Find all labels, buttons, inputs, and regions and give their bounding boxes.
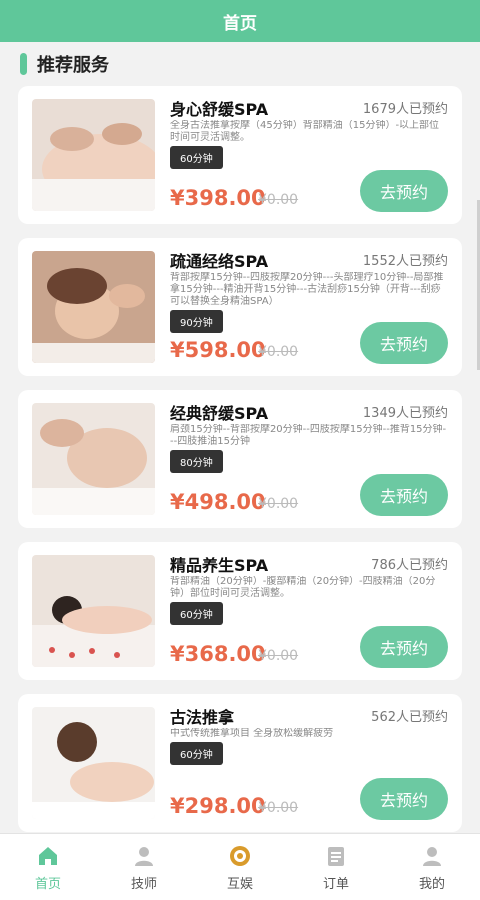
booked-count: 786人已预约 [371,558,448,573]
service-name: 精品养生SPA [170,556,269,575]
section-title: 推荐服务 [37,55,109,76]
service-card[interactable]: 经典舒缓SPA 1349人已预约 肩颈15分钟--背部按摩20分钟--四肢按摩1… [18,390,462,528]
service-card[interactable]: 古法推拿 562人已预约 中式传统推拿项目 全身放松缓解疲劳 60分钟 ¥298… [18,694,462,832]
service-list: 身心舒缓SPA 1679人已预约 全身古法推拿按摩（45分钟）背部精油（15分钟… [0,86,480,832]
tab-label: 首页 [34,876,61,892]
service-name: 身心舒缓SPA [170,100,269,119]
service-description: 背部按摩15分钟--四肢按摩20分钟---头部理疗10分钟--局部推拿15分钟-… [170,272,444,307]
book-button[interactable]: 去预约 [360,474,448,516]
tab-technician[interactable]: 技师 [96,834,192,900]
order-icon [323,843,349,869]
bottom-tab-bar: 首页 技师 互娱 订单 我的 [0,833,480,900]
tab-home[interactable]: 首页 [0,834,96,900]
duration-badge: 80分钟 [170,450,223,473]
book-button[interactable]: 去预约 [360,626,448,668]
price: ¥368.00 [170,642,266,666]
service-card[interactable]: 疏通经络SPA 1552人已预约 背部按摩15分钟--四肢按摩20分钟---头部… [18,238,462,376]
service-description: 中式传统推拿项目 全身放松缓解疲劳 [170,728,334,739]
tab-label: 技师 [130,876,157,892]
section-accent-bar [20,53,27,75]
booked-count: 1349人已预约 [362,406,448,421]
tab-profile[interactable]: 我的 [384,834,480,900]
original-price: ¥0.00 [258,648,299,664]
tab-label: 互娱 [226,876,253,892]
service-name: 经典舒缓SPA [170,404,269,423]
tab-label: 我的 [418,876,445,892]
original-price: ¥0.00 [258,496,299,512]
service-description: 背部精油（20分钟）-腹部精油（20分钟）-四肢精油（20分钟）部位时间可灵活调… [170,576,436,599]
duration-badge: 60分钟 [170,146,223,169]
section-header: 推荐服务 [0,42,480,86]
price: ¥398.00 [170,186,266,210]
service-card[interactable]: 精品养生SPA 786人已预约 背部精油（20分钟）-腹部精油（20分钟）-四肢… [18,542,462,680]
home-icon [35,843,61,869]
top-bar: 首页 [0,0,480,42]
profile-icon [419,843,445,869]
page-title: 首页 [223,13,257,34]
price: ¥298.00 [170,794,266,818]
service-photo [32,707,155,819]
duration-badge: 90分钟 [170,310,223,333]
duration-badge: 60分钟 [170,602,223,625]
original-price: ¥0.00 [258,192,299,208]
book-button[interactable]: 去预约 [360,778,448,820]
tab-label: 订单 [322,876,349,892]
service-description: 全身古法推拿按摩（45分钟）背部精油（15分钟）-以上部位时间可灵活调整。 [170,120,440,143]
service-photo [32,403,155,515]
service-photo [32,555,155,667]
duration-badge: 60分钟 [170,742,223,765]
entertainment-icon [227,843,253,869]
booked-count: 1679人已预约 [362,102,448,117]
tab-entertainment[interactable]: 互娱 [192,834,288,900]
service-card[interactable]: 身心舒缓SPA 1679人已预约 全身古法推拿按摩（45分钟）背部精油（15分钟… [18,86,462,224]
service-name: 疏通经络SPA [170,252,269,271]
book-button[interactable]: 去预约 [360,170,448,212]
service-description: 肩颈15分钟--背部按摩20分钟--四肢按摩15分钟--推背15分钟---四肢推… [170,424,447,447]
book-button[interactable]: 去预约 [360,322,448,364]
service-photo [32,99,155,211]
booked-count: 1552人已预约 [362,254,448,269]
booked-count: 562人已预约 [371,710,448,725]
original-price: ¥0.00 [258,800,299,816]
service-name: 古法推拿 [170,708,235,727]
technician-icon [131,843,157,869]
service-photo [32,251,155,363]
original-price: ¥0.00 [258,344,299,360]
tab-orders[interactable]: 订单 [288,834,384,900]
price: ¥498.00 [170,490,266,514]
price: ¥598.00 [170,338,266,362]
